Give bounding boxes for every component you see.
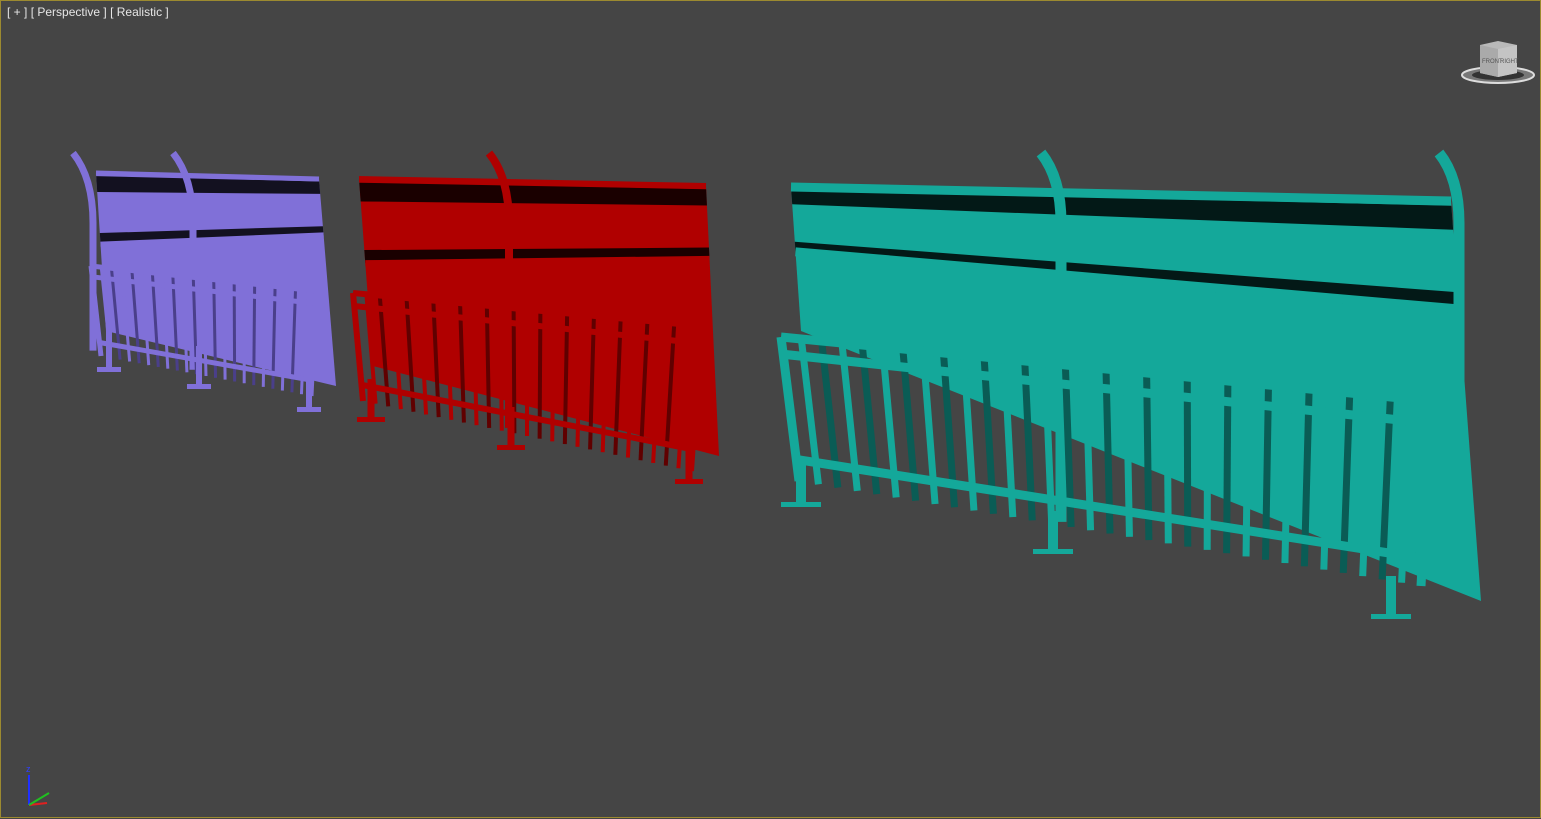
perspective-viewport[interactable]: [ + ] [ Perspective ] [ Realistic ] FRON… (0, 0, 1541, 818)
base-plate (497, 445, 525, 450)
base-plate (1033, 549, 1073, 554)
fence-teal[interactable] (781, 153, 1481, 619)
fence-red[interactable] (353, 153, 719, 484)
viewcube-icon[interactable]: FRONT RIGHT (1459, 37, 1537, 85)
scene-canvas[interactable] (1, 1, 1541, 819)
fence-post (73, 153, 93, 351)
panel-rail (365, 259, 709, 263)
fence-purple[interactable] (73, 153, 336, 412)
viewcube-right-label[interactable]: RIGHT (1500, 59, 1519, 65)
base-plate (781, 502, 821, 507)
base-plate (297, 407, 321, 412)
base-plate (187, 384, 211, 389)
axis-gizmo-icon: z (21, 761, 61, 811)
base-plate (357, 417, 385, 422)
base-plate (1371, 614, 1411, 619)
base-plate (675, 479, 703, 484)
base-plate (97, 367, 121, 372)
axis-z-label: z (26, 764, 31, 774)
